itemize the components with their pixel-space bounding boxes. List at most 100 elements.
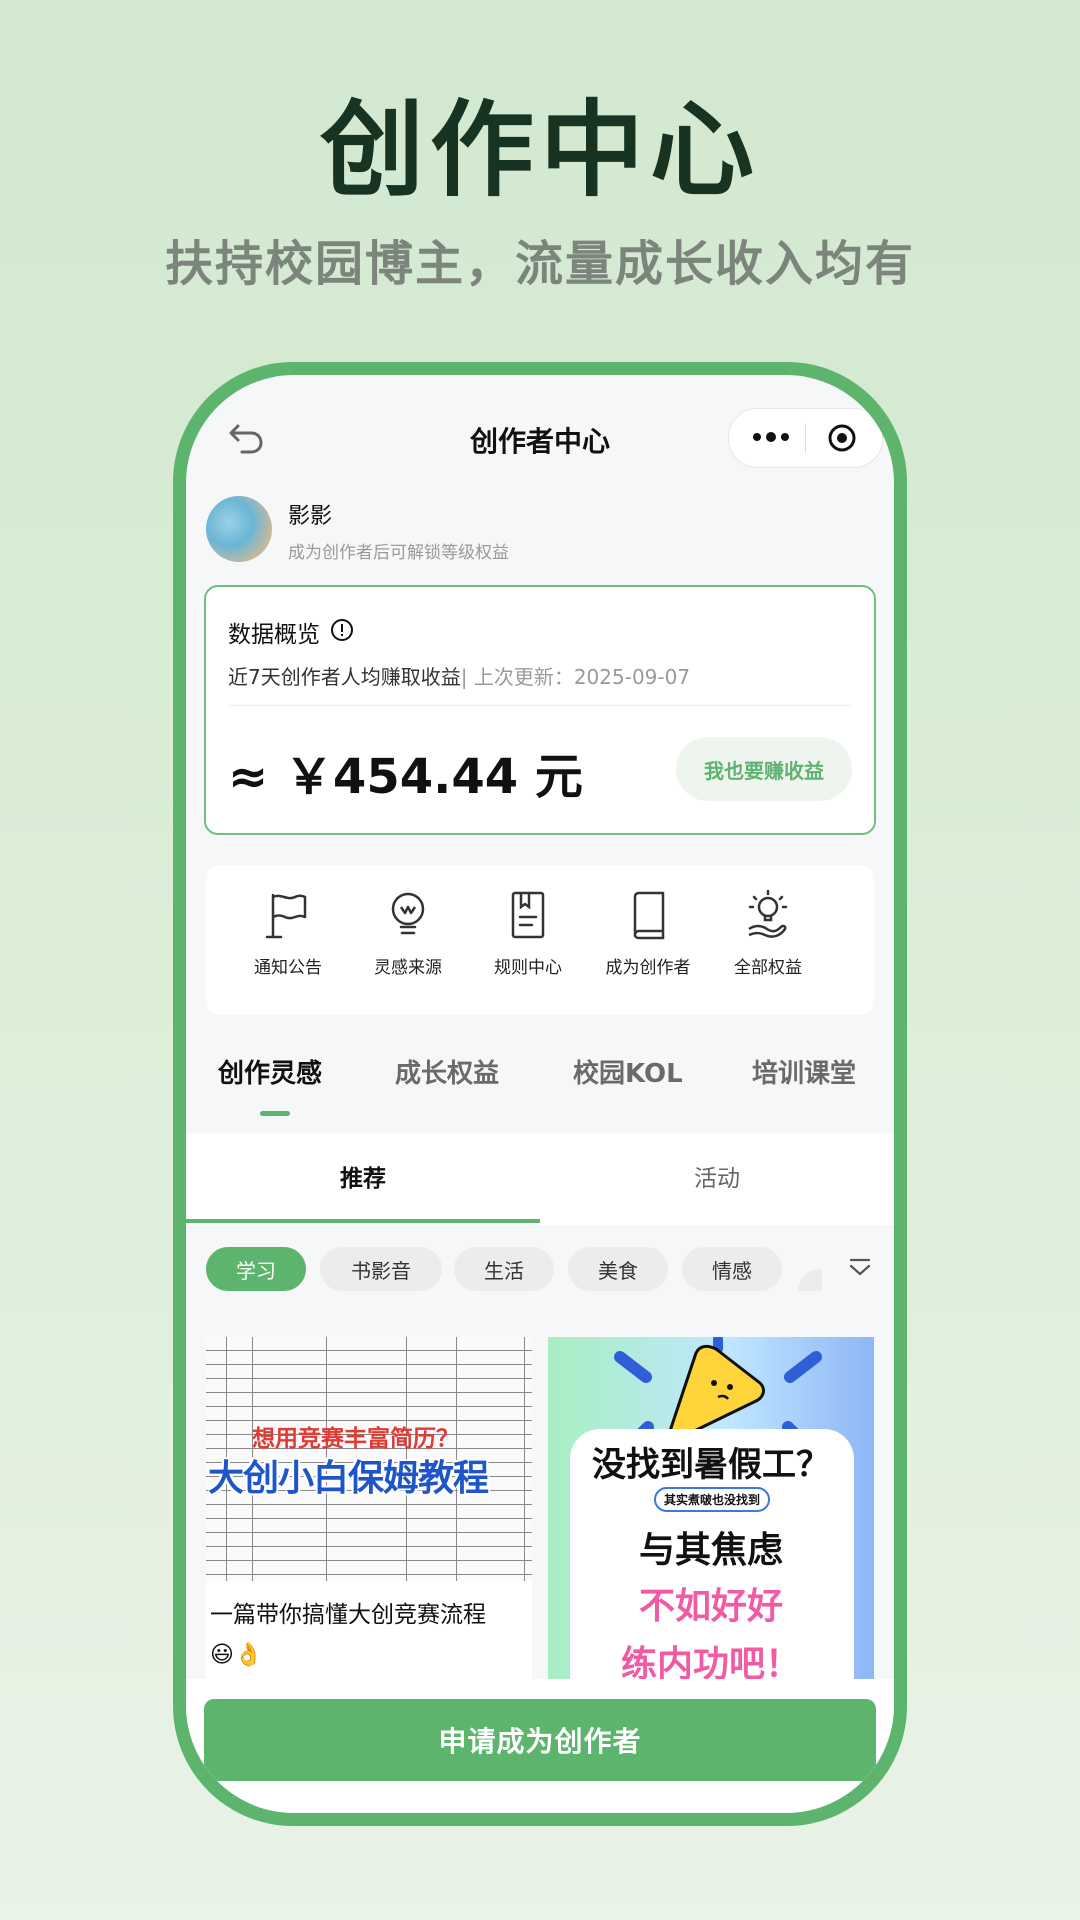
data-overview-desc: 近7天创作者人均赚取收益| 上次更新：2025-09-07 (228, 661, 690, 690)
sheet-cell-border (226, 1365, 227, 1378)
mini-program-capsule (728, 408, 883, 468)
hero-subtitle: 扶持校园博主，流量成长收入均有 (164, 236, 915, 292)
chip-study[interactable]: 学习 (206, 1247, 306, 1291)
sheet-cell-border (406, 1351, 407, 1364)
apply-creator-button[interactable]: 申请成为创作者 (204, 1699, 876, 1781)
subtab-recommend[interactable]: 推荐 (186, 1159, 540, 1193)
card-caption: 一篇带你搞懂大创竞赛流程 😃👌 (210, 1595, 528, 1675)
subtab-indicator (186, 1219, 540, 1223)
target-circle-icon[interactable] (827, 423, 857, 453)
sheet-cell-border (456, 1575, 457, 1581)
lightbulb-hand-icon (748, 889, 788, 938)
sheet-cell-border (524, 1435, 525, 1448)
tab-training[interactable]: 培训课堂 (752, 1053, 856, 1090)
subtab-activity[interactable]: 活动 (540, 1159, 894, 1193)
sheet-cell-border (326, 1379, 327, 1392)
sheet-row (206, 1533, 532, 1547)
quick-item-become-creator[interactable]: 成为创作者 (588, 889, 708, 978)
sheet-cell-border (226, 1505, 227, 1518)
sheet-cell-border (524, 1365, 525, 1378)
sheet-cell-border (456, 1547, 457, 1560)
sheet-row (206, 1519, 532, 1533)
capsule-divider (805, 423, 806, 453)
quick-item-rules[interactable]: 规则中心 (468, 889, 588, 978)
chip-partial[interactable]: 游 (798, 1269, 822, 1291)
sheet-cell-border (252, 1379, 253, 1392)
quick-label: 通知公告 (254, 958, 322, 978)
quick-actions: 通知公告 灵感来源 规则中心 成为创作者 全部权益 (206, 865, 874, 1015)
sub-tabs: 推荐 活动 (186, 1133, 894, 1225)
bottom-bar: 申请成为创作者 (186, 1679, 894, 1813)
tab-campus-kol[interactable]: 校园KOL (573, 1053, 683, 1090)
quick-item-inspiration[interactable]: 灵感来源 (348, 889, 468, 978)
caption-text: 一篇带你搞懂大创竞赛流程 (210, 1602, 486, 1628)
chip-life[interactable]: 生活 (454, 1247, 554, 1291)
data-overview-title: 数据概览 (228, 622, 320, 648)
tab-growth[interactable]: 成长权益 (395, 1053, 499, 1090)
tab-inspiration[interactable]: 创作灵感 (218, 1053, 322, 1090)
quick-label: 灵感来源 (374, 958, 442, 978)
sheet-cell-border (456, 1519, 457, 1532)
quick-label: 规则中心 (494, 958, 562, 978)
sheet-cell-border (524, 1575, 525, 1581)
sheet-cell-border (252, 1351, 253, 1364)
hero-title: 创作中心 (319, 89, 760, 211)
sheet-cell-border (406, 1505, 407, 1518)
sheet-cell-border (226, 1393, 227, 1406)
user-hint: 成为创作者后可解锁等级权益 (288, 543, 509, 563)
sheet-cell-border (524, 1505, 525, 1518)
sheet-row (206, 1379, 532, 1393)
chip-food[interactable]: 美食 (568, 1247, 668, 1291)
phone-screen: 创作者中心 影影 成为创作者后可解锁等级权益 数据概览 近7天创作者人均赚取收益… (186, 375, 894, 1813)
divider (228, 705, 852, 706)
more-dots-icon[interactable] (747, 417, 795, 457)
card-overlay-headline: 大创小白保姆教程 (208, 1458, 489, 1499)
quick-item-notice[interactable]: 通知公告 (228, 889, 348, 978)
earning-amount: ≈ ￥454.44 元 (228, 749, 583, 805)
sheet-cell-border (524, 1519, 525, 1532)
sheet-cell-border (524, 1351, 525, 1364)
sheet-cell-border (252, 1575, 253, 1581)
sheet-cell-border (226, 1421, 227, 1434)
sheet-cell-border (226, 1547, 227, 1560)
sheet-cell-border (524, 1477, 525, 1490)
sheet-cell-border (456, 1365, 457, 1378)
avatar[interactable] (206, 496, 272, 562)
sheet-cell-border (252, 1561, 253, 1574)
feed-card[interactable]: 想用竞赛丰富简历？ 大创小白保姆教程 一篇带你搞懂大创竞赛流程 😃👌 (206, 1337, 532, 1697)
sheet-cell-border (524, 1491, 525, 1504)
sheet-cell-border (326, 1533, 327, 1546)
card-line: 与其焦虑 (638, 1530, 783, 1571)
chip-books-movies[interactable]: 书影音 (320, 1247, 442, 1291)
sheet-cell-border (456, 1505, 457, 1518)
sheet-cell-border (226, 1435, 227, 1448)
sheet-cell-border (524, 1463, 525, 1476)
quick-item-all-benefits[interactable]: 全部权益 (708, 889, 828, 978)
sheet-cell-border (406, 1561, 407, 1574)
sheet-cell-border (406, 1575, 407, 1581)
book-icon (633, 891, 665, 940)
last-update: | 上次更新：2025-09-07 (460, 665, 691, 689)
chip-emotion[interactable]: 情感 (682, 1247, 782, 1291)
sheet-cell-border (406, 1519, 407, 1532)
sheet-row (206, 1337, 532, 1351)
chip-clip: 游 (798, 1247, 822, 1291)
rulebook-icon (511, 891, 545, 939)
nav-bar: 创作者中心 (186, 375, 894, 495)
feed-card[interactable]: 没找到暑假工？ 其实煮啵也没找到 与其焦虑 不如好好 练内功吧！ (548, 1337, 874, 1737)
bulb-icon (391, 892, 425, 935)
info-icon[interactable] (330, 618, 354, 642)
sheet-row (206, 1351, 532, 1365)
sheet-cell-border (406, 1337, 407, 1350)
sheet-cell-border (326, 1351, 327, 1364)
data-overview-card: 数据概览 近7天创作者人均赚取收益| 上次更新：2025-09-07 ≈ ￥45… (204, 585, 876, 835)
sheet-cell-border (406, 1379, 407, 1392)
sheet-cell-border (456, 1351, 457, 1364)
earn-button[interactable]: 我也要赚收益 (676, 737, 852, 801)
chevron-down-icon[interactable] (847, 1255, 873, 1281)
sheet-cell-border (226, 1379, 227, 1392)
sheet-cell-border (406, 1365, 407, 1378)
quick-label: 全部权益 (734, 958, 802, 978)
sheet-cell-border (226, 1575, 227, 1581)
sheet-cell-border (406, 1547, 407, 1560)
